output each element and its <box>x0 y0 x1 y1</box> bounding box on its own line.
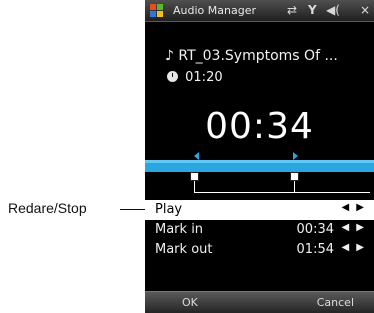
track-name: RT_03.Symptoms Of ... <box>178 48 338 64</box>
track-duration: 01:20 <box>185 70 223 85</box>
mark-in-handle[interactable] <box>190 172 199 181</box>
menu-item-value: 01:54 <box>296 242 334 257</box>
duration-row: 01:20 <box>167 70 223 85</box>
menu-item-label: Mark in <box>155 222 204 237</box>
callout-label: Redare/Stop <box>8 200 87 216</box>
mark-out-marker-icon[interactable] <box>293 152 298 160</box>
cancel-softkey[interactable]: Cancel <box>317 296 354 309</box>
close-button[interactable]: × <box>360 3 370 17</box>
music-note-icon: ♪ <box>165 48 174 64</box>
signal-icon[interactable]: Y <box>308 3 317 17</box>
left-right-arrows-icon[interactable]: ◀ ▶ <box>341 222 366 233</box>
speaker-icon[interactable]: ◀( <box>326 3 340 17</box>
track-name-row: ♪ RT_03.Symptoms Of ... <box>165 48 338 64</box>
progress-slider-highlight <box>145 160 374 163</box>
elapsed-time: 00:34 <box>205 106 314 147</box>
menu-item-value: 00:34 <box>296 222 334 237</box>
left-right-arrows-icon[interactable]: ◀ ▶ <box>341 242 366 253</box>
ok-softkey[interactable]: OK <box>182 296 198 309</box>
menu-item-mark-out[interactable]: Mark out 01:54 ◀ ▶ <box>145 240 374 260</box>
title-bar: Audio Manager ⇄ Y ◀( × <box>145 0 374 22</box>
mark-in-marker-icon[interactable] <box>194 152 199 160</box>
menu-item-play[interactable]: Play ◀ ▶ <box>145 200 374 220</box>
mark-range-bracket <box>194 178 370 193</box>
sync-icon[interactable]: ⇄ <box>287 3 297 17</box>
window-title: Audio Manager <box>173 4 256 17</box>
left-right-arrows-icon[interactable]: ◀ ▶ <box>341 202 366 213</box>
start-menu-icon[interactable] <box>150 4 164 17</box>
mark-out-handle[interactable] <box>290 172 299 181</box>
softkey-bar: OK Cancel <box>145 291 374 313</box>
menu-item-mark-in[interactable]: Mark in 00:34 ◀ ▶ <box>145 220 374 240</box>
menu-item-label: Play <box>155 202 183 217</box>
clock-icon <box>167 71 178 82</box>
menu-item-label: Mark out <box>155 242 213 257</box>
options-menu: Play ◀ ▶ Mark in 00:34 ◀ ▶ Mark out 01:5… <box>145 200 374 260</box>
device-screen: Audio Manager ⇄ Y ◀( × ♪ RT_03.Symptoms … <box>145 0 374 313</box>
